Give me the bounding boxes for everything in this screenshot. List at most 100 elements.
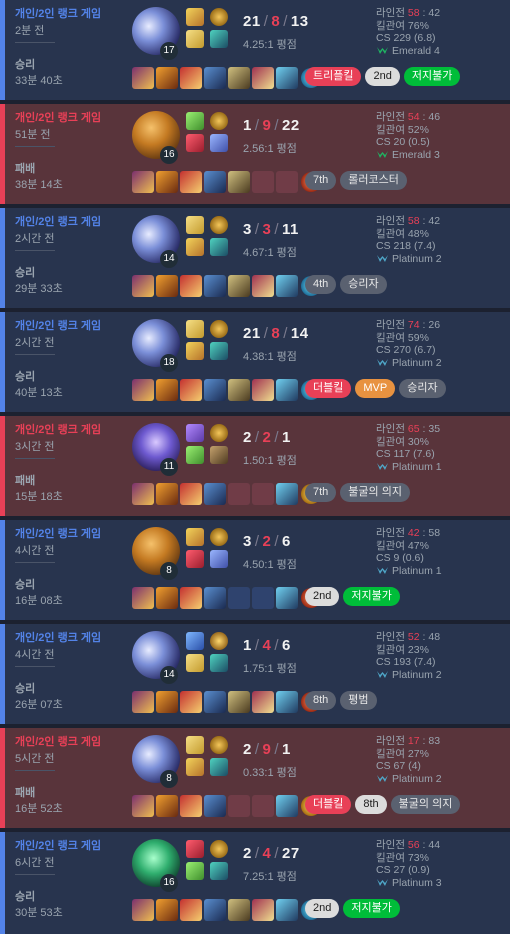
item-icon[interactable]: [132, 275, 154, 297]
item-icon[interactable]: [132, 795, 154, 817]
item-icon[interactable]: [276, 899, 298, 921]
item-icon[interactable]: [252, 899, 274, 921]
summoner-spell-2-icon[interactable]: [186, 342, 204, 360]
item-icon[interactable]: [228, 275, 250, 297]
item-icon[interactable]: [204, 171, 226, 193]
item-icon[interactable]: [156, 483, 178, 505]
summoner-spell-2-icon[interactable]: [186, 758, 204, 776]
item-icon[interactable]: [204, 483, 226, 505]
item-icon[interactable]: [156, 899, 178, 921]
summoner-spell-1-icon[interactable]: [186, 112, 204, 130]
item-icon[interactable]: [132, 67, 154, 89]
match-card[interactable]: 개인/2인 랭크 게임 51분 전 패배 38분 14초 16 1/9/22 2.56:1 …: [0, 104, 510, 204]
item-icon[interactable]: [156, 795, 178, 817]
match-card[interactable]: 개인/2인 랭크 게임 5시간 전 패배 16분 52초 8 2/9/1 0.33:1 평점…: [0, 728, 510, 828]
summoner-spell-2-icon[interactable]: [186, 446, 204, 464]
item-icon[interactable]: [228, 691, 250, 713]
secondary-rune-icon[interactable]: [210, 134, 228, 152]
item-icon[interactable]: [132, 379, 154, 401]
item-icon[interactable]: [180, 275, 202, 297]
item-icon[interactable]: [180, 587, 202, 609]
item-icon[interactable]: [228, 67, 250, 89]
item-icon[interactable]: [228, 171, 250, 193]
item-icon[interactable]: [228, 899, 250, 921]
summoner-spell-1-icon[interactable]: [186, 424, 204, 442]
item-icon[interactable]: [204, 587, 226, 609]
secondary-rune-icon[interactable]: [210, 862, 228, 880]
secondary-rune-icon[interactable]: [210, 654, 228, 672]
item-icon[interactable]: [204, 691, 226, 713]
item-icon[interactable]: [252, 691, 274, 713]
match-card[interactable]: 개인/2인 랭크 게임 4시간 전 승리 16분 08초 8 3/2/6 4.50:1 평점…: [0, 520, 510, 620]
match-card[interactable]: 개인/2인 랭크 게임 6시간 전 승리 30분 53초 16 2/4/27 7.25:1 …: [0, 832, 510, 934]
item-icon[interactable]: [204, 379, 226, 401]
item-icon[interactable]: [156, 587, 178, 609]
item-icon[interactable]: [276, 67, 298, 89]
secondary-rune-icon[interactable]: [210, 30, 228, 48]
item-icon[interactable]: [204, 275, 226, 297]
item-icon[interactable]: [276, 587, 298, 609]
item-icon[interactable]: [204, 899, 226, 921]
item-icon[interactable]: [156, 691, 178, 713]
item-icon[interactable]: [252, 379, 274, 401]
keystone-rune-icon[interactable]: [210, 528, 228, 546]
secondary-rune-icon[interactable]: [210, 446, 228, 464]
secondary-rune-icon[interactable]: [210, 550, 228, 568]
secondary-rune-icon[interactable]: [210, 238, 228, 256]
item-icon[interactable]: [252, 67, 274, 89]
match-card[interactable]: 개인/2인 랭크 게임 2분 전 승리 33분 40초 17 21/8/13 4.25:1 …: [0, 0, 510, 100]
item-icon[interactable]: [228, 379, 250, 401]
item-icon[interactable]: [204, 67, 226, 89]
keystone-rune-icon[interactable]: [210, 736, 228, 754]
keystone-rune-icon[interactable]: [210, 320, 228, 338]
item-icon[interactable]: [132, 171, 154, 193]
item-icon[interactable]: [132, 691, 154, 713]
match-card[interactable]: 개인/2인 랭크 게임 2시간 전 승리 40분 13초 18 21/8/14 4.38:1…: [0, 312, 510, 412]
match-card[interactable]: 개인/2인 랭크 게임 4시간 전 승리 26분 07초 14 1/4/6 1.75:1 평…: [0, 624, 510, 724]
secondary-rune-icon[interactable]: [210, 342, 228, 360]
summoner-spell-1-icon[interactable]: [186, 736, 204, 754]
summoner-spell-1-icon[interactable]: [186, 8, 204, 26]
keystone-rune-icon[interactable]: [210, 632, 228, 650]
summoner-spell-2-icon[interactable]: [186, 654, 204, 672]
item-icon[interactable]: [276, 795, 298, 817]
match-card[interactable]: 개인/2인 랭크 게임 2시간 전 승리 29분 33초 14 3/3/11 4.67:1 …: [0, 208, 510, 308]
summoner-spell-2-icon[interactable]: [186, 134, 204, 152]
item-icon[interactable]: [180, 379, 202, 401]
item-icon[interactable]: [204, 795, 226, 817]
item-icon[interactable]: [180, 171, 202, 193]
item-icon[interactable]: [180, 691, 202, 713]
item-icon[interactable]: [156, 275, 178, 297]
summoner-spell-2-icon[interactable]: [186, 30, 204, 48]
keystone-rune-icon[interactable]: [210, 216, 228, 234]
summoner-spell-1-icon[interactable]: [186, 840, 204, 858]
item-icon[interactable]: [156, 379, 178, 401]
item-icon[interactable]: [276, 379, 298, 401]
summoner-spell-1-icon[interactable]: [186, 320, 204, 338]
secondary-rune-icon[interactable]: [210, 758, 228, 776]
item-icon[interactable]: [276, 483, 298, 505]
item-icon[interactable]: [180, 67, 202, 89]
summoner-spell-2-icon[interactable]: [186, 862, 204, 880]
summoner-spell-1-icon[interactable]: [186, 528, 204, 546]
item-icon[interactable]: [132, 899, 154, 921]
keystone-rune-icon[interactable]: [210, 8, 228, 26]
item-icon[interactable]: [180, 795, 202, 817]
item-icon[interactable]: [132, 587, 154, 609]
item-icon[interactable]: [180, 483, 202, 505]
item-icon[interactable]: [180, 899, 202, 921]
item-icon[interactable]: [252, 275, 274, 297]
item-icon[interactable]: [276, 275, 298, 297]
summoner-spell-1-icon[interactable]: [186, 632, 204, 650]
summoner-spell-2-icon[interactable]: [186, 550, 204, 568]
keystone-rune-icon[interactable]: [210, 424, 228, 442]
summoner-spell-1-icon[interactable]: [186, 216, 204, 234]
item-icon[interactable]: [156, 171, 178, 193]
summoner-spell-2-icon[interactable]: [186, 238, 204, 256]
keystone-rune-icon[interactable]: [210, 840, 228, 858]
item-icon[interactable]: [276, 691, 298, 713]
item-icon[interactable]: [132, 483, 154, 505]
item-icon[interactable]: [156, 67, 178, 89]
keystone-rune-icon[interactable]: [210, 112, 228, 130]
match-card[interactable]: 개인/2인 랭크 게임 3시간 전 패배 15분 18초 11 2/2/1 1.50:1 평…: [0, 416, 510, 516]
